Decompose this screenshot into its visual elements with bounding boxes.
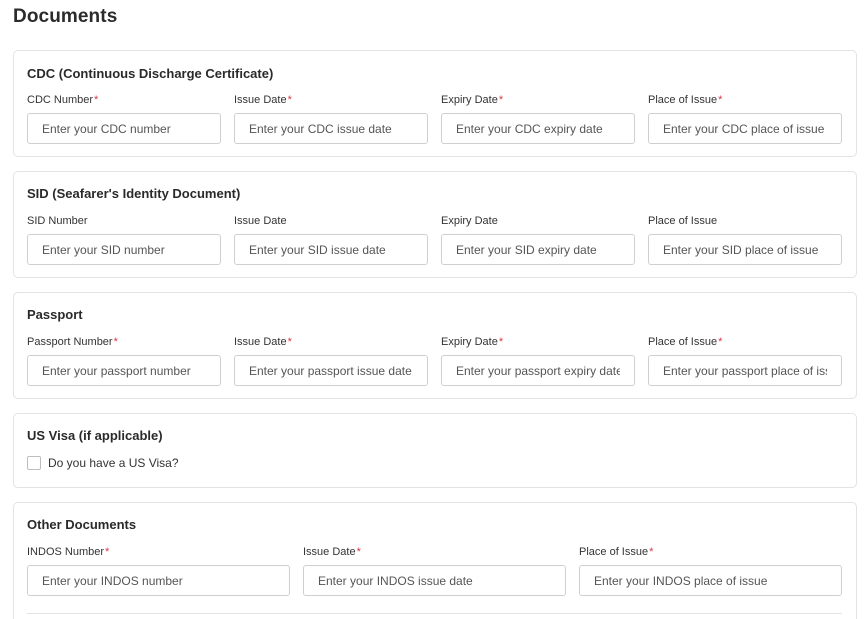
section-title: Passport xyxy=(27,307,83,322)
field-label: Issue Date* xyxy=(234,336,292,348)
section-title: CDC (Continuous Discharge Certificate) xyxy=(27,66,274,81)
field-row: Passport Number* Issue Date* Expiry Date… xyxy=(27,335,842,386)
field-row: INDOS Number* Issue Date* Place of Issue… xyxy=(27,545,842,596)
cdc-place-of-issue-field: Place of Issue* xyxy=(648,93,842,144)
indos-issue-date-input[interactable] xyxy=(303,565,566,596)
required-marker: * xyxy=(498,94,504,106)
us-visa-checkbox[interactable] xyxy=(27,456,41,470)
field-label: Place of Issue* xyxy=(648,94,723,106)
cdc-expiry-date-field: Expiry Date* xyxy=(441,93,635,144)
field-row: SID Number Issue Date Expiry Date Place … xyxy=(27,214,842,265)
section-divider xyxy=(27,613,842,614)
sid-section: SID (Seafarer's Identity Document) SID N… xyxy=(13,171,857,278)
section-title: SID (Seafarer's Identity Document) xyxy=(27,186,241,201)
field-label: Expiry Date* xyxy=(441,94,504,106)
cdc-issue-date-field: Issue Date* xyxy=(234,93,428,144)
sid-expiry-date-field: Expiry Date xyxy=(441,214,635,265)
indos-issue-date-field: Issue Date* xyxy=(303,545,566,596)
field-label: INDOS Number* xyxy=(27,546,110,558)
checkbox-label: Do you have a US Visa? xyxy=(48,456,179,470)
field-label: Issue Date* xyxy=(234,94,292,106)
required-marker: * xyxy=(105,546,110,558)
cdc-issue-date-input[interactable] xyxy=(234,113,428,144)
passport-number-input[interactable] xyxy=(27,355,221,386)
passport-expiry-date-input[interactable] xyxy=(441,355,635,386)
field-label: Issue Date* xyxy=(303,546,361,558)
passport-section: Passport Passport Number* Issue Date* Ex… xyxy=(13,292,857,399)
sid-place-of-issue-input[interactable] xyxy=(648,234,842,265)
required-marker: * xyxy=(287,94,292,106)
field-label: Place of Issue* xyxy=(648,336,723,348)
field-label: Place of Issue* xyxy=(579,546,654,558)
sid-number-input[interactable] xyxy=(27,234,221,265)
field-label: Issue Date xyxy=(234,215,287,227)
us-visa-checkbox-row[interactable]: Do you have a US Visa? xyxy=(27,456,179,470)
sid-issue-date-field: Issue Date xyxy=(234,214,428,265)
field-label: Place of Issue xyxy=(648,215,718,227)
sid-issue-date-input[interactable] xyxy=(234,234,428,265)
passport-expiry-date-field: Expiry Date* xyxy=(441,335,635,386)
field-label: Passport Number* xyxy=(27,336,118,348)
sid-number-field: SID Number xyxy=(27,214,221,265)
required-marker: * xyxy=(113,336,118,348)
section-title: Other Documents xyxy=(27,517,137,532)
passport-place-of-issue-input[interactable] xyxy=(648,355,842,386)
cdc-place-of-issue-input[interactable] xyxy=(648,113,842,144)
other-documents-section: Other Documents INDOS Number* Issue Date… xyxy=(13,502,857,619)
indos-number-input[interactable] xyxy=(27,565,290,596)
cdc-expiry-date-input[interactable] xyxy=(441,113,635,144)
required-marker: * xyxy=(287,336,292,348)
cdc-section: CDC (Continuous Discharge Certificate) C… xyxy=(13,50,857,157)
indos-place-of-issue-input[interactable] xyxy=(579,565,842,596)
passport-number-field: Passport Number* xyxy=(27,335,221,386)
indos-number-field: INDOS Number* xyxy=(27,545,290,596)
us-visa-section: US Visa (if applicable) Do you have a US… xyxy=(13,413,857,488)
required-marker: * xyxy=(94,94,99,106)
required-marker: * xyxy=(718,336,723,348)
passport-place-of-issue-field: Place of Issue* xyxy=(648,335,842,386)
field-row: CDC Number* Issue Date* Expiry Date* Pla… xyxy=(27,93,842,144)
cdc-number-input[interactable] xyxy=(27,113,221,144)
required-marker: * xyxy=(649,546,654,558)
field-label: CDC Number* xyxy=(27,94,99,106)
required-marker: * xyxy=(356,546,361,558)
section-title: US Visa (if applicable) xyxy=(27,428,163,443)
required-marker: * xyxy=(498,336,504,348)
field-label: Expiry Date* xyxy=(441,336,504,348)
passport-issue-date-field: Issue Date* xyxy=(234,335,428,386)
field-label: SID Number xyxy=(27,215,88,227)
sid-expiry-date-input[interactable] xyxy=(441,234,635,265)
field-label: Expiry Date xyxy=(441,215,498,227)
sid-place-of-issue-field: Place of Issue xyxy=(648,214,842,265)
passport-issue-date-input[interactable] xyxy=(234,355,428,386)
cdc-number-field: CDC Number* xyxy=(27,93,221,144)
required-marker: * xyxy=(718,94,723,106)
page-title: Documents xyxy=(13,6,118,27)
indos-place-of-issue-field: Place of Issue* xyxy=(579,545,842,596)
